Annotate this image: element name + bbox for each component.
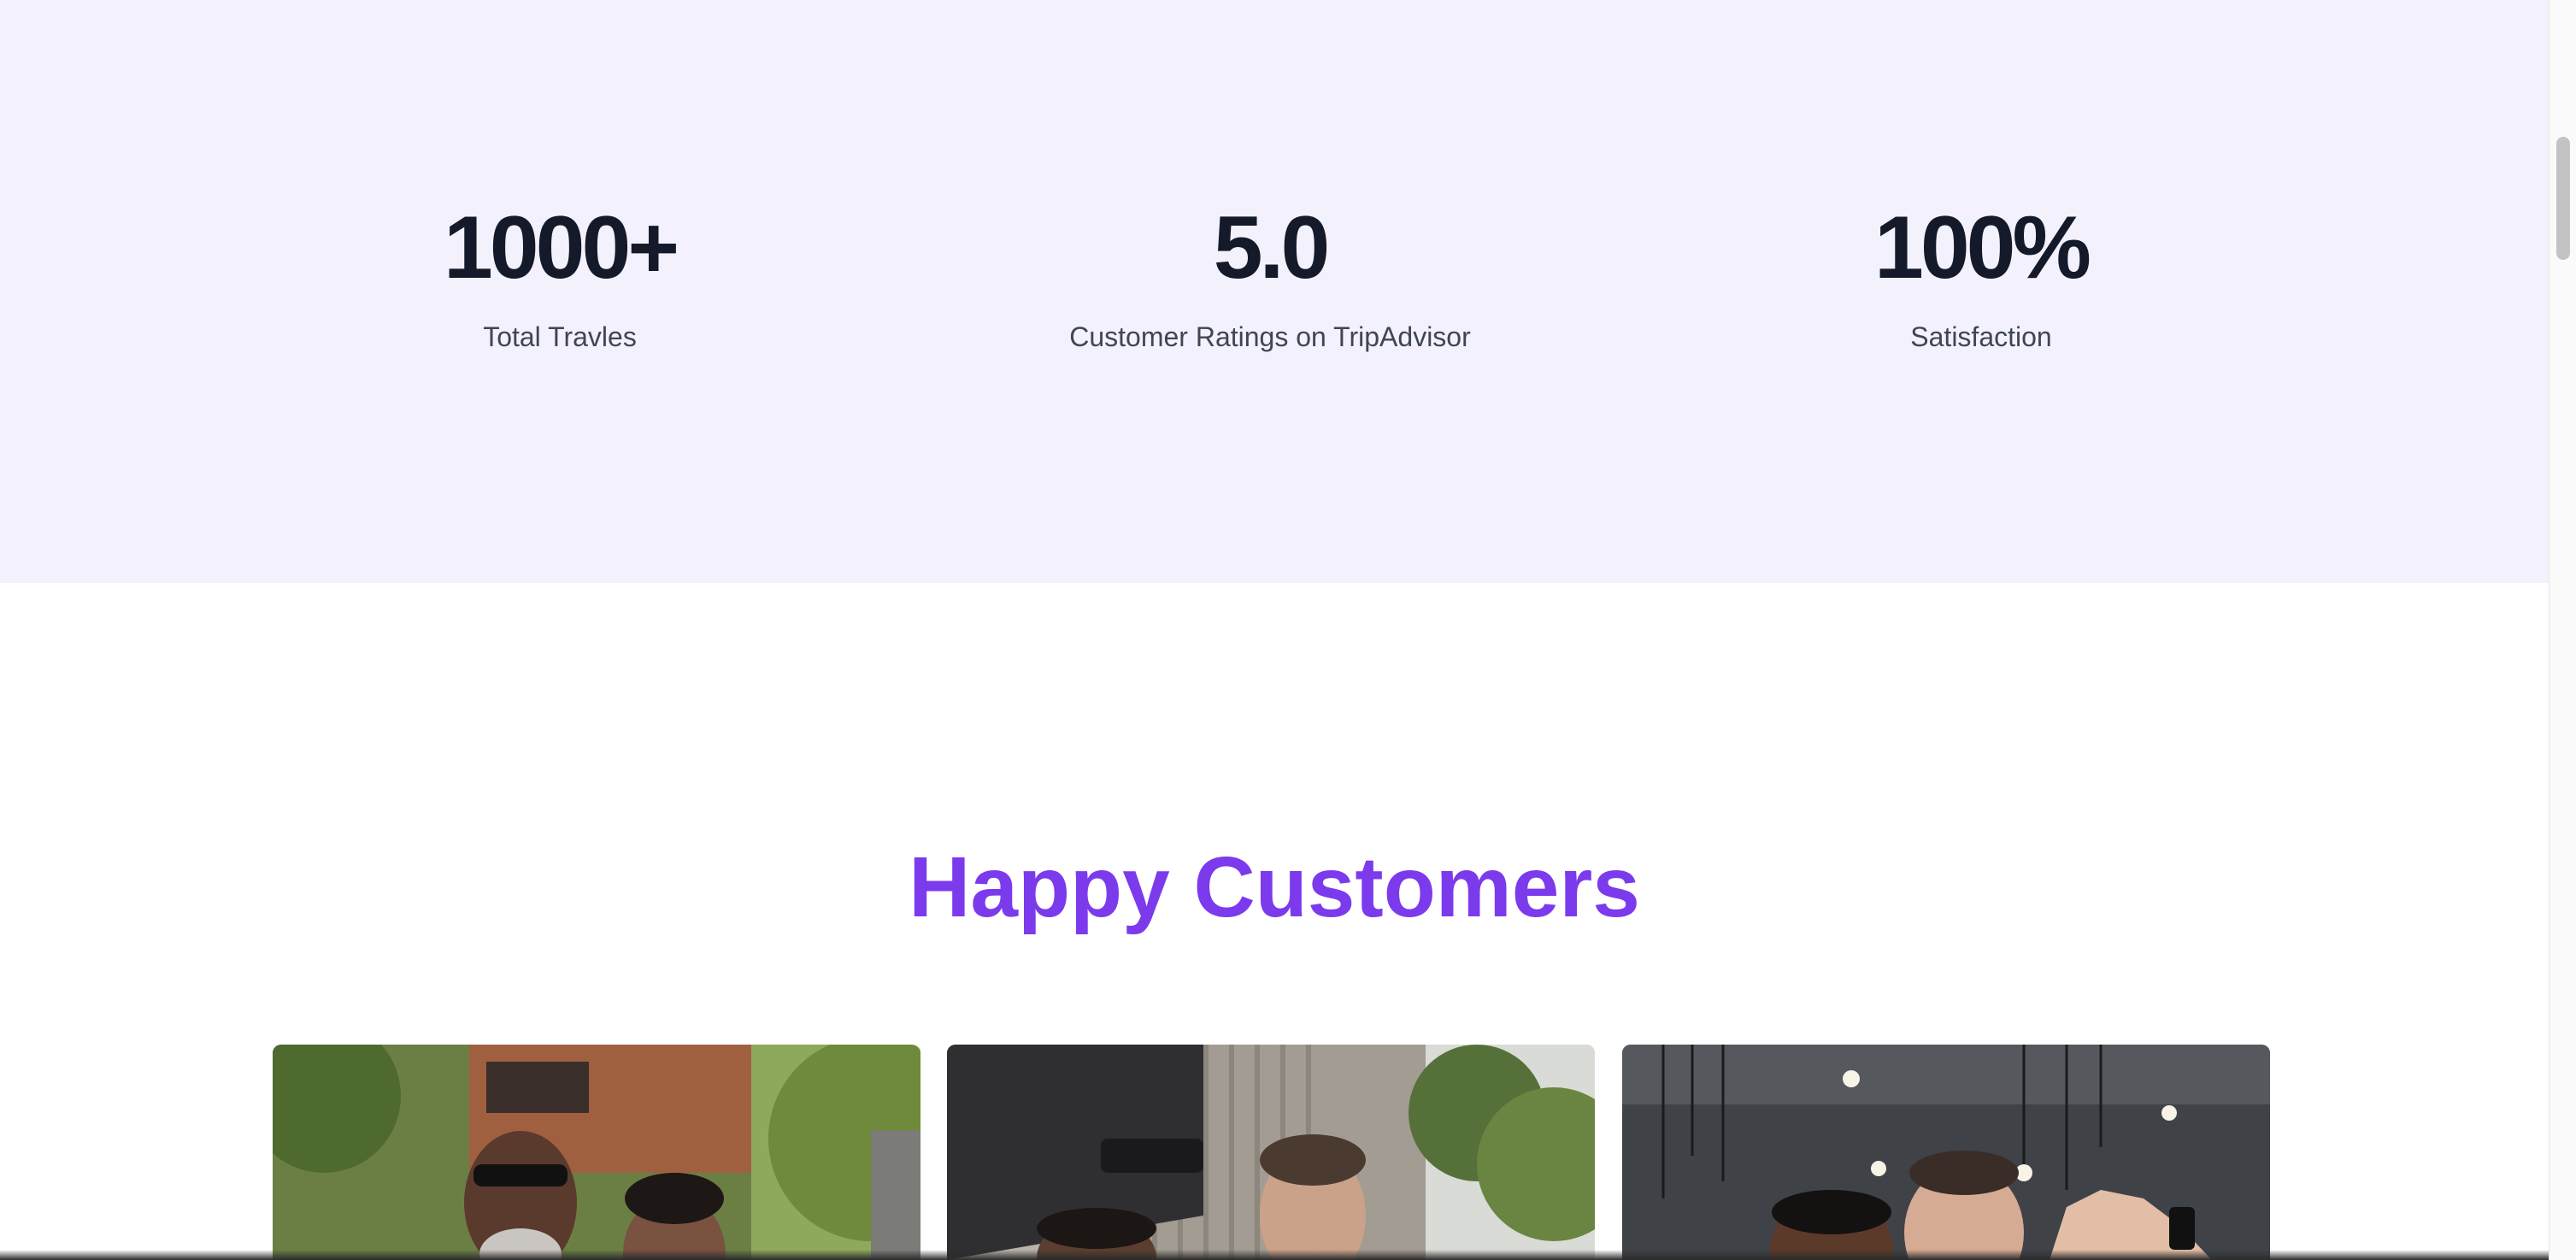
scrollbar-thumb[interactable]	[2556, 137, 2570, 260]
stat-label: Total Travles	[483, 321, 637, 352]
stat-value: 5.0	[1213, 198, 1331, 297]
section-heading: Happy Customers	[909, 839, 1640, 935]
stat-customer-ratings: 5.0 Customer Ratings on TripAdvisor	[971, 197, 1569, 354]
stat-total-travels: 1000+ Total Travles	[261, 197, 859, 354]
customer-photo-card[interactable]	[1622, 1045, 2270, 1260]
stat-label: Customer Ratings on TripAdvisor	[1069, 321, 1471, 352]
customer-photo	[1622, 1045, 2270, 1260]
customer-photo-card[interactable]	[947, 1045, 1595, 1260]
window-bottom-edge	[0, 1250, 2549, 1260]
stat-value: 100%	[1874, 198, 2091, 297]
stat-label: Satisfaction	[1910, 321, 2052, 352]
stat-value: 1000+	[443, 198, 679, 297]
customer-photo-card[interactable]	[273, 1045, 920, 1260]
customer-photo	[273, 1045, 920, 1260]
scrollbar[interactable]	[2549, 0, 2576, 1260]
stat-satisfaction: 100% Satisfaction	[1682, 197, 2280, 354]
stats-section: 1000+ Total Travles 5.0 Customer Ratings…	[0, 0, 2549, 583]
customer-photo	[947, 1045, 1595, 1260]
